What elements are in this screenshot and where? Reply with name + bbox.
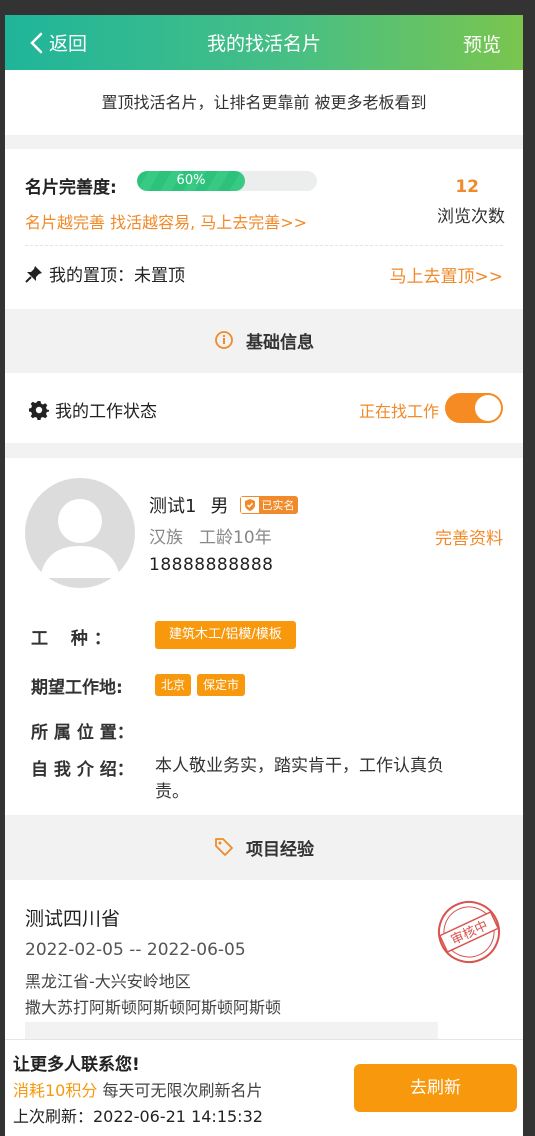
intro-label: 自 我 介 绍：: [31, 760, 134, 780]
completeness-progress-bar: 60%: [137, 171, 317, 191]
trade-tags: 建筑木工/铝模/模板: [155, 621, 302, 649]
project-section-header: 项目经验: [5, 816, 523, 878]
refresh-cost-suffix: 每天可无限次刷新名片: [97, 1081, 263, 1100]
pin-status: 我的置顶：未置顶: [25, 261, 185, 286]
under-review-stamp: 审核中: [438, 901, 500, 963]
work-status-toggle[interactable]: [445, 393, 503, 423]
user-silhouette-icon: [40, 499, 120, 578]
trade-label: 工 种 ：: [31, 629, 111, 649]
pin-now-link[interactable]: 马上去置顶>>: [390, 262, 504, 287]
last-refresh-time: 上次刷新：2022-06-21 14:15:32: [13, 1107, 263, 1126]
completeness-progress-fill: 60%: [137, 171, 245, 191]
project-description: 撒大苏打阿斯顿阿斯顿阿斯顿阿斯顿: [25, 998, 282, 1017]
divider: [25, 245, 503, 246]
intro-text: 本人敬业务实，踏实肯干，工作认真负责。: [155, 756, 444, 802]
tag-icon: [215, 838, 233, 856]
location-label: 期望工作地:: [31, 678, 123, 698]
basic-info-section-header: 基础信息: [5, 309, 523, 371]
location-tag: 保定市: [197, 674, 246, 696]
trade-tag: 建筑木工/铝模/模板: [155, 621, 296, 649]
complete-profile-link[interactable]: 名片越完善 找活越容易, 马上去完善>>: [25, 209, 307, 233]
project-title: 测试四川省: [25, 908, 121, 930]
edit-profile-link[interactable]: 完善资料: [435, 524, 503, 549]
avatar[interactable]: [25, 478, 135, 588]
work-experience: 工龄10年: [199, 528, 272, 548]
work-status-label-group: 我的工作状态: [29, 397, 157, 422]
project-location: 黑龙江省-大兴安岭地区: [25, 972, 191, 991]
refresh-footer: 让更多人联系您! 消耗10积分 每天可无限次刷新名片 上次刷新：2022-06-…: [5, 1039, 523, 1136]
work-status-row: 我的工作状态 正在找工作: [5, 373, 523, 443]
verified-badge: 已实名: [240, 496, 299, 514]
refresh-cost: 消耗10积分: [13, 1081, 98, 1100]
user-meta: 汉族 工龄10年: [149, 523, 272, 548]
pin-icon: [25, 265, 42, 283]
location-tags: 北京 保定市: [155, 674, 251, 696]
verified-badge-label: 已实名: [261, 499, 295, 512]
view-count: 12: [455, 177, 479, 197]
user-name: 测试1: [149, 496, 197, 517]
phone-screen: 返回 我的找活名片 预览 置顶找活名片，让排名更靠前 被更多老板看到 名片完善度…: [5, 15, 523, 1136]
pin-promo-banner: 置顶找活名片，让排名更靠前 被更多老板看到: [5, 70, 523, 135]
preview-button[interactable]: 预览: [463, 30, 501, 57]
shield-check-icon: [241, 497, 260, 513]
basic-info-title: 基础信息: [246, 332, 314, 353]
project-dates: 2022-02-05 -- 2022-06-05: [25, 940, 246, 960]
profile-card: 测试1 男 已实名 汉族 工龄10年 完善资料 18888888888 工 种 ：…: [5, 458, 523, 815]
phone-number: 18888888888: [149, 555, 274, 575]
pin-status-label: 我的置顶：未置顶: [49, 266, 185, 286]
name-row: 测试1 男 已实名: [149, 492, 299, 518]
position-label: 所 属 位 置：: [31, 723, 134, 743]
page-title: 我的找活名片: [206, 33, 321, 55]
project-section-title: 项目经验: [246, 839, 314, 860]
view-count-label: 浏览次数: [437, 207, 505, 227]
work-status-label: 我的工作状态: [55, 402, 157, 422]
user-gender: 男: [210, 496, 229, 517]
refresh-cost-line: 消耗10积分 每天可无限次刷新名片: [13, 1077, 262, 1101]
gear-icon: [29, 400, 49, 420]
ethnicity: 汉族: [149, 528, 183, 548]
card-stats-panel: 名片完善度: 60% 名片越完善 找活越容易, 马上去完善>> 12 浏览次数 …: [5, 149, 523, 309]
top-nav-bar: 返回 我的找活名片 预览: [5, 15, 523, 70]
toggle-knob: [475, 395, 501, 421]
refresh-headline: 让更多人联系您!: [13, 1055, 140, 1075]
refresh-button[interactable]: 去刷新: [354, 1064, 517, 1112]
completeness-label: 名片完善度:: [25, 178, 117, 198]
location-tag: 北京: [155, 674, 192, 696]
work-status-value: 正在找工作: [358, 402, 439, 421]
info-circle-icon: [215, 331, 233, 349]
